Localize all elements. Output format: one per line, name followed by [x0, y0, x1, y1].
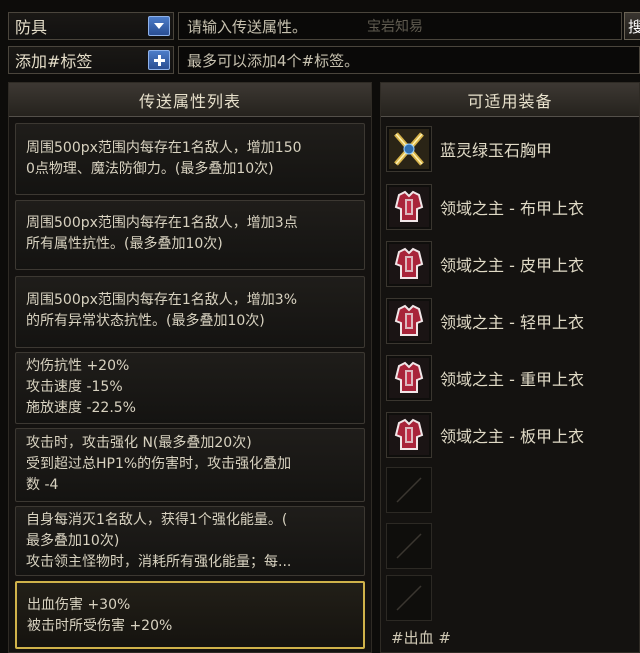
attribute-item[interactable]: 自身每消灭1名敌人，获得1个强化能量。( 最多叠加10次) 攻击领主怪物时，消耗…: [15, 506, 365, 576]
armor-icon: [386, 298, 432, 344]
attribute-line: 自身每消灭1名敌人，获得1个强化能量。(: [26, 512, 288, 528]
attribute-item[interactable]: 周围500px范围内每存在1名敌人，增加3点 所有属性抗性。(最多叠加10次): [15, 200, 365, 270]
equipment-name: 蓝灵绿玉石胸甲: [440, 141, 553, 160]
equipment-item[interactable]: 领域之主 - 轻甲上衣: [386, 295, 636, 347]
attribute-item[interactable]: 周围500px范围内每存在1名敌人，增加150 0点物理、魔法防御力。(最多叠加…: [15, 123, 365, 195]
tag-input[interactable]: 最多可以添加4个#标签。: [178, 46, 640, 74]
attribute-line: 最多叠加10次): [26, 533, 120, 549]
attribute-line: 出血伤害 +30%: [27, 597, 131, 613]
armor-icon: [386, 355, 432, 401]
selected-tags-text: #出血 #: [391, 629, 451, 647]
attribute-line: 0点物理、魔法防御力。(最多叠加10次): [26, 161, 274, 177]
armor-icon: [386, 241, 432, 287]
attribute-item[interactable]: 攻击时，攻击强化 N(最多叠加20次) 受到超过总HP1%的伤害时，攻击强化叠加…: [15, 428, 365, 502]
attribute-line: 被击时所受伤害 +20%: [27, 618, 173, 634]
attribute-item[interactable]: 灼伤抗性 +20% 攻击速度 -15% 施放速度 -22.5%: [15, 352, 365, 424]
search-button[interactable]: 搜: [624, 12, 640, 40]
attribute-line: 所有属性抗性。(最多叠加10次): [26, 236, 223, 252]
attribute-line: 数 -4: [26, 477, 59, 493]
category-dropdown-label: 防具: [15, 18, 48, 37]
search-overlay-text: 宝岩知易: [367, 19, 424, 35]
transfer-attribute-window: 防具 请输入传送属性。 宝岩知易 搜 添加#标签 最多可以添加4个#标签。 传送…: [0, 0, 640, 653]
attribute-list-title: 传送属性列表: [9, 83, 371, 117]
armor-icon: [386, 184, 432, 230]
attribute-list-panel: 传送属性列表 周围500px范围内每存在1名敌人，增加150 0点物理、魔法防御…: [8, 82, 372, 653]
tag-dropdown[interactable]: 添加#标签: [8, 46, 174, 74]
empty-equipment-slot: [386, 575, 432, 621]
attribute-line: 灼伤抗性 +20%: [26, 358, 130, 374]
attribute-line: 的所有异常状态抗性。(最多叠加10次): [26, 313, 265, 329]
equipment-item[interactable]: 领域之主 - 皮甲上衣: [386, 238, 636, 290]
equipment-name: 领域之主 - 皮甲上衣: [440, 256, 584, 275]
attribute-item[interactable]: 周围500px范围内每存在1名敌人，增加3% 的所有异常状态抗性。(最多叠加10…: [15, 276, 365, 348]
chevron-down-icon[interactable]: [148, 16, 170, 36]
empty-equipment-slot: [386, 523, 432, 569]
attribute-line: 攻击速度 -15%: [26, 379, 123, 395]
category-dropdown[interactable]: 防具: [8, 12, 174, 40]
plus-icon[interactable]: [148, 50, 170, 70]
equipment-item[interactable]: 蓝灵绿玉石胸甲: [386, 123, 636, 175]
attribute-search-placeholder: 请输入传送属性。: [187, 17, 308, 36]
empty-equipment-slot: [386, 467, 432, 513]
attribute-line: 周围500px范围内每存在1名敌人，增加3点: [26, 215, 298, 231]
attribute-line: 攻击时，攻击强化 N(最多叠加20次): [26, 435, 252, 451]
attribute-line: 施放速度 -22.5%: [26, 400, 136, 416]
applicable-equipment-title: 可适用装备: [381, 83, 639, 117]
attribute-line: 周围500px范围内每存在1名敌人，增加3%: [26, 292, 298, 308]
attribute-item-selected[interactable]: 出血伤害 +30% 被击时所受伤害 +20%: [15, 581, 365, 649]
applicable-equipment-panel: 可适用装备 蓝灵绿玉石胸甲 领域之主 - 布甲上衣 领域之主 - 皮甲上衣 领域…: [380, 82, 640, 653]
attribute-line: 受到超过总HP1%的伤害时，攻击强化叠加: [26, 456, 292, 472]
attribute-search-input[interactable]: 请输入传送属性。 宝岩知易: [178, 12, 622, 40]
armor-icon: [386, 412, 432, 458]
equipment-name: 领域之主 - 轻甲上衣: [440, 313, 584, 332]
tag-hint-text: 最多可以添加4个#标签。: [187, 51, 360, 70]
tag-dropdown-label: 添加#标签: [15, 52, 93, 71]
equipment-name: 领域之主 - 板甲上衣: [440, 427, 584, 446]
attribute-line: 攻击领主怪物时，消耗所有强化能量；每...: [26, 554, 292, 570]
attribute-line: 周围500px范围内每存在1名敌人，增加150: [26, 140, 302, 156]
equipment-item[interactable]: 领域之主 - 布甲上衣: [386, 181, 636, 233]
equipment-item[interactable]: 领域之主 - 重甲上衣: [386, 352, 636, 404]
equipment-name: 领域之主 - 重甲上衣: [440, 370, 584, 389]
equipment-item[interactable]: 领域之主 - 板甲上衣: [386, 409, 636, 461]
breastplate-icon: [386, 126, 432, 172]
equipment-name: 领域之主 - 布甲上衣: [440, 199, 584, 218]
